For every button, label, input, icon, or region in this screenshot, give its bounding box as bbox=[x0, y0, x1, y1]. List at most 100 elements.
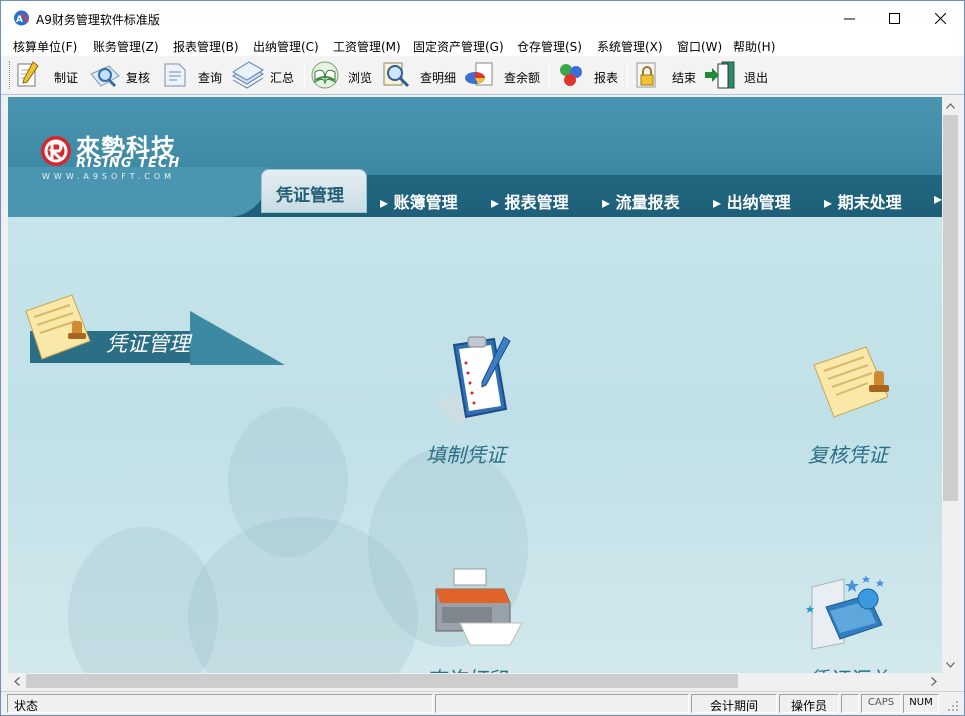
vertical-scroll-thumb[interactable] bbox=[943, 115, 958, 501]
tab-label: 凭证管理 bbox=[276, 186, 344, 206]
toolbar-finish-button[interactable]: 结束 bbox=[633, 58, 699, 92]
tab-label: 流量报表 bbox=[615, 193, 680, 212]
summary-book-icon bbox=[806, 575, 884, 650]
function-label: 复核凭证 bbox=[808, 443, 888, 467]
status-bar: 状态 会计期间 操作员 CAPS NUM bbox=[1, 691, 964, 715]
toolbar-label: 制证 bbox=[54, 71, 79, 85]
section-title: 凭证管理 bbox=[106, 332, 190, 356]
function-label: 凭证汇总 bbox=[808, 663, 888, 673]
clipboard-pen-icon bbox=[434, 336, 511, 425]
pencil-paper-icon bbox=[17, 61, 39, 87]
function-query-print[interactable]: 查询打印 bbox=[418, 567, 528, 673]
toolbar-separator bbox=[627, 62, 628, 88]
resize-grip-icon[interactable] bbox=[945, 698, 959, 712]
function-make-voucher[interactable]: 填制凭证 bbox=[418, 333, 528, 473]
menu-cashier[interactable]: 出纳管理(C) bbox=[253, 38, 319, 55]
tab-label: 账簿管理 bbox=[393, 193, 458, 212]
main-content: 來勢科技 RISING TECH WWW.A9SOFT.COM 凭证管理 ▸ 账… bbox=[8, 97, 942, 673]
toolbar-separator bbox=[304, 62, 305, 88]
chevron-down-icon bbox=[946, 661, 955, 668]
toolbar-detail-query-button[interactable]: 查明细 bbox=[381, 58, 457, 92]
app-window: A A9财务管理软件标准版 核算单位(F) 账务管理(Z) 报表管理(B) 出纳… bbox=[0, 0, 965, 716]
toolbar-label: 结束 bbox=[672, 71, 697, 85]
chevron-up-icon bbox=[946, 102, 955, 109]
tab-more-arrow[interactable]: ▸ bbox=[934, 189, 942, 208]
document-search-icon bbox=[164, 63, 186, 87]
toolbar-balance-query-button[interactable]: 查余额 bbox=[464, 58, 542, 92]
function-label: 填制凭证 bbox=[426, 443, 506, 467]
chevron-left-icon bbox=[13, 676, 20, 686]
title-bar: A A9财务管理软件标准版 bbox=[1, 1, 964, 35]
status-blank-pane bbox=[841, 694, 859, 713]
menu-system[interactable]: 系统管理(X) bbox=[597, 38, 663, 55]
scroll-right-button[interactable] bbox=[925, 673, 942, 689]
maximize-button[interactable] bbox=[871, 1, 917, 35]
menu-accounting-unit[interactable]: 核算单位(F) bbox=[13, 38, 77, 55]
status-text: 状态 bbox=[7, 694, 433, 713]
toolbar-summary-button[interactable]: 汇总 bbox=[231, 58, 297, 92]
toolbar-label: 查余额 bbox=[504, 71, 541, 85]
toolbar-label: 报表 bbox=[594, 71, 619, 85]
function-label: 查询打印 bbox=[426, 663, 506, 673]
menu-reports[interactable]: 报表管理(B) bbox=[173, 38, 239, 55]
tab-ledger-management[interactable]: ▸ 账簿管理 bbox=[380, 189, 458, 213]
tab-period-end[interactable]: ▸ 期末处理 bbox=[824, 189, 902, 213]
toolbar-label: 复核 bbox=[126, 71, 151, 85]
toolbar-label: 汇总 bbox=[270, 71, 295, 85]
menu-inventory[interactable]: 仓存管理(S) bbox=[517, 38, 582, 55]
menu-ledger[interactable]: 账务管理(Z) bbox=[93, 38, 159, 55]
company-website: WWW.A9SOFT.COM bbox=[42, 172, 176, 181]
chevron-right-icon bbox=[930, 676, 937, 686]
tab-cashier-management[interactable]: ▸ 出纳管理 bbox=[713, 189, 791, 213]
open-book-icon bbox=[311, 61, 339, 89]
toolbar-separator bbox=[549, 62, 550, 88]
toolbar-grip[interactable] bbox=[9, 61, 12, 89]
window-title: A9财务管理软件标准版 bbox=[36, 13, 160, 27]
tab-voucher-management[interactable]: 凭证管理 bbox=[261, 169, 367, 213]
tab-cashflow-report[interactable]: ▸ 流量报表 bbox=[602, 189, 680, 213]
pie-chart-icon bbox=[465, 62, 493, 86]
app-logo-icon: A bbox=[14, 10, 29, 26]
tab-label: 出纳管理 bbox=[726, 193, 791, 212]
company-logo-icon bbox=[41, 136, 71, 166]
menu-bar: 核算单位(F) 账务管理(Z) 报表管理(B) 出纳管理(C) 工资管理(M) … bbox=[1, 35, 964, 56]
scroll-up-button[interactable] bbox=[942, 97, 959, 114]
horizontal-scroll-thumb[interactable] bbox=[26, 674, 738, 688]
minimize-button[interactable] bbox=[826, 1, 872, 35]
toolbar: 制证 复核 查询 汇总 浏览 查明细 查余额 报表 结束 退出 bbox=[1, 56, 964, 95]
tab-label: 报表管理 bbox=[504, 193, 569, 212]
menu-window[interactable]: 窗口(W) bbox=[677, 38, 722, 55]
stacked-papers-icon bbox=[232, 61, 264, 89]
printer-icon bbox=[435, 568, 523, 646]
toolbar-review-button[interactable]: 复核 bbox=[89, 58, 155, 92]
company-logo-en: RISING TECH bbox=[76, 156, 181, 171]
menu-fixed-assets[interactable]: 固定资产管理(G) bbox=[413, 38, 504, 55]
tab-report-management[interactable]: ▸ 报表管理 bbox=[491, 189, 569, 213]
exit-door-icon bbox=[705, 61, 735, 89]
toolbar-make-voucher-button[interactable]: 制证 bbox=[15, 58, 81, 92]
toolbar-browse-button[interactable]: 浏览 bbox=[310, 58, 376, 92]
menu-help[interactable]: 帮助(H) bbox=[733, 38, 775, 55]
horizontal-scrollbar[interactable] bbox=[8, 673, 942, 689]
function-review-voucher[interactable]: 复核凭证 bbox=[800, 333, 910, 473]
svg-text:A: A bbox=[16, 15, 23, 25]
background-figure bbox=[68, 527, 218, 673]
scroll-down-button[interactable] bbox=[942, 656, 959, 673]
function-voucher-summary[interactable]: 凭证汇总 bbox=[800, 567, 910, 673]
toolbar-query-button[interactable]: 查询 bbox=[161, 58, 227, 92]
minimize-icon bbox=[843, 18, 855, 19]
scroll-left-button[interactable] bbox=[8, 673, 25, 689]
toolbar-report-button[interactable]: 报表 bbox=[556, 58, 622, 92]
detail-search-icon bbox=[383, 62, 410, 88]
close-button[interactable] bbox=[917, 1, 963, 35]
menu-payroll[interactable]: 工资管理(M) bbox=[333, 38, 401, 55]
maximize-icon bbox=[888, 12, 900, 24]
toolbar-label: 退出 bbox=[744, 71, 769, 85]
accounting-period-label: 会计期间 bbox=[691, 694, 777, 713]
report-cubes-icon bbox=[560, 64, 582, 86]
vertical-scrollbar[interactable] bbox=[942, 97, 959, 673]
caps-lock-indicator: CAPS bbox=[861, 694, 901, 713]
lock-icon bbox=[636, 62, 656, 88]
toolbar-label: 查询 bbox=[198, 71, 223, 85]
toolbar-exit-button[interactable]: 退出 bbox=[704, 58, 774, 92]
